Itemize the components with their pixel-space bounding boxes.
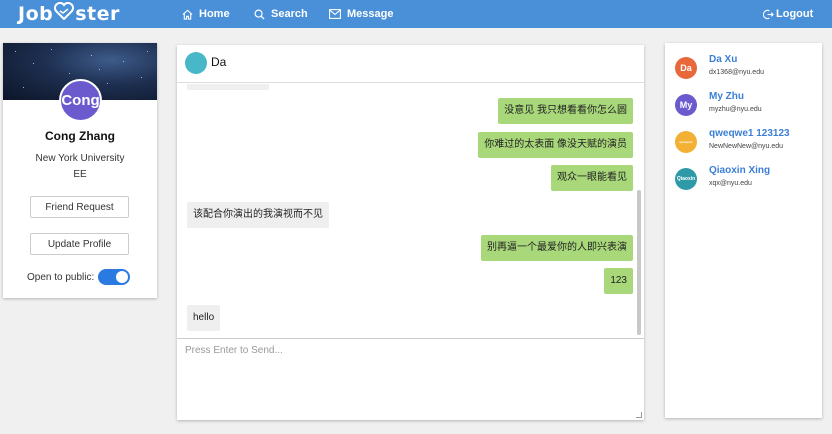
friend-name[interactable]: My Zhu xyxy=(709,91,744,102)
message-bubble: 123 xyxy=(604,268,633,294)
profile-university: New York University xyxy=(35,153,125,164)
friend-email: dx1368@nyu.edu xyxy=(709,69,764,76)
message-input-area xyxy=(177,338,644,421)
handshake-heart-icon xyxy=(54,0,75,28)
friend-email: myzhu@nyu.edu xyxy=(709,106,762,113)
friend-avatar: Qiaoxin xyxy=(675,168,697,190)
message-list[interactable]: 没意见 我只想看看你怎么圆 你难过的太表面 像没天赋的演员 观众一眼能看见 该配… xyxy=(177,84,644,338)
nav-logout[interactable]: Logout xyxy=(763,0,813,28)
search-icon xyxy=(254,9,265,20)
profile-card: Cong Cong Zhang New York University EE F… xyxy=(3,43,157,298)
nav-home-label: Home xyxy=(199,8,230,20)
open-to-public-row: Open to public: xyxy=(27,268,131,286)
nav-message-label: Message xyxy=(347,8,394,20)
message-bubble: 你难过的太表面 像没天赋的演员 xyxy=(478,132,633,158)
friend-item[interactable]: My My Zhu myzhu@nyu.edu xyxy=(665,91,822,125)
nav-home[interactable]: Home xyxy=(182,0,230,28)
nav-logout-label: Logout xyxy=(776,8,814,20)
profile-name: Cong Zhang xyxy=(45,129,115,143)
open-to-public-toggle[interactable] xyxy=(98,269,131,285)
envelope-icon xyxy=(329,9,341,19)
friend-avatar: Da xyxy=(675,57,697,79)
nav-message[interactable]: Message xyxy=(329,0,393,28)
friend-name[interactable]: Qiaoxin Xing xyxy=(709,165,770,176)
message-bubble: 观众一眼能看见 xyxy=(551,165,633,191)
logout-icon xyxy=(763,9,774,19)
brand-text-right: ster xyxy=(75,3,120,25)
friend-request-button[interactable]: Friend Request xyxy=(30,196,129,218)
message-bubble: hello xyxy=(187,305,221,331)
contact-avatar xyxy=(185,52,207,74)
brand-text-left: Job xyxy=(18,3,54,25)
message-bubble: 没意见 我只想看看你怎么圆 xyxy=(498,98,633,124)
resize-grip-icon[interactable] xyxy=(636,412,642,418)
home-icon xyxy=(182,9,193,20)
profile-avatar: Cong xyxy=(59,79,102,122)
friend-avatar: My xyxy=(675,94,697,116)
friend-email: xqx@nyu.edu xyxy=(709,180,752,187)
friend-email: NewNewNew@nyu.edu xyxy=(709,143,784,150)
message-bubble: 别再逼一个最爱你的人即兴表演 xyxy=(481,235,633,261)
friend-name[interactable]: Da Xu xyxy=(709,54,737,65)
navbar: Job ster Home Search Message Logout xyxy=(0,0,832,28)
nav-search[interactable]: Search xyxy=(254,0,308,28)
message-scrollbar[interactable] xyxy=(637,190,641,335)
message-bubble-partial xyxy=(187,84,269,90)
nav-search-label: Search xyxy=(271,8,308,20)
friends-list: Da Da Xu dx1368@nyu.edu My My Zhu myzhu@… xyxy=(665,43,822,418)
friend-item[interactable]: qweqwe1 qweqwe1 123123 NewNewNew@nyu.edu xyxy=(665,128,822,162)
message-bubble: 该配合你演出的我演视而不见 xyxy=(187,202,329,228)
friend-item[interactable]: Da Da Xu dx1368@nyu.edu xyxy=(665,54,822,88)
chat-panel: Da 没意见 我只想看看你怎么圆 你难过的太表面 像没天赋的演员 观众一眼能看见… xyxy=(177,45,644,421)
brand-logo[interactable]: Job ster xyxy=(18,0,120,28)
update-profile-button[interactable]: Update Profile xyxy=(30,233,129,255)
friend-name[interactable]: qweqwe1 123123 xyxy=(709,128,790,139)
friend-avatar: qweqwe1 xyxy=(675,131,697,153)
friend-item[interactable]: Qiaoxin Qiaoxin Xing xqx@nyu.edu xyxy=(665,165,822,199)
profile-major: EE xyxy=(73,169,87,180)
open-to-public-label: Open to public: xyxy=(27,271,95,283)
contact-name: Da xyxy=(211,55,227,69)
chat-header: Da xyxy=(177,45,644,83)
message-input[interactable] xyxy=(177,339,644,421)
